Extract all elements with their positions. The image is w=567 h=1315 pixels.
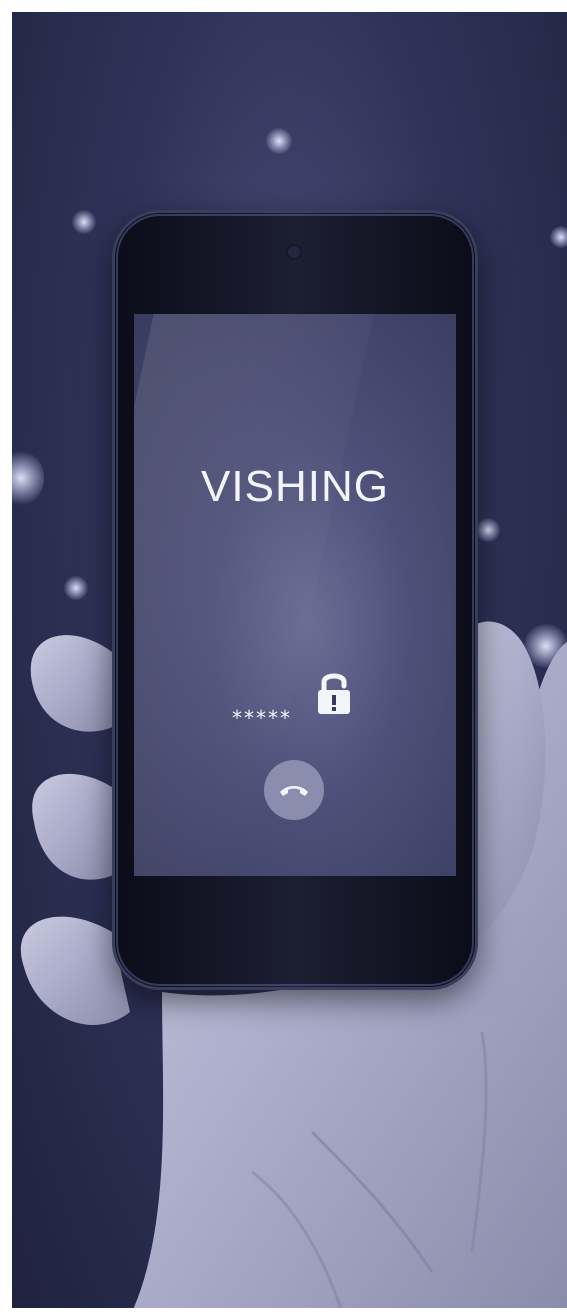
end-call-button[interactable]: [264, 760, 324, 820]
bokeh-light: [476, 518, 500, 542]
phone-hangup-icon: [280, 786, 308, 796]
phone-screen: VISHING *****: [134, 314, 456, 876]
bokeh-light: [266, 128, 292, 154]
padlock-warning-icon: [318, 673, 350, 714]
smartphone: VISHING *****: [112, 210, 478, 990]
camera-icon: [288, 246, 300, 258]
bokeh-light: [550, 226, 567, 248]
password-mask: *****: [232, 706, 292, 730]
screen-title: VISHING: [201, 462, 389, 511]
bokeh-light: [72, 210, 96, 234]
photo-background: VISHING *****: [12, 12, 567, 1308]
bokeh-light: [12, 450, 44, 506]
